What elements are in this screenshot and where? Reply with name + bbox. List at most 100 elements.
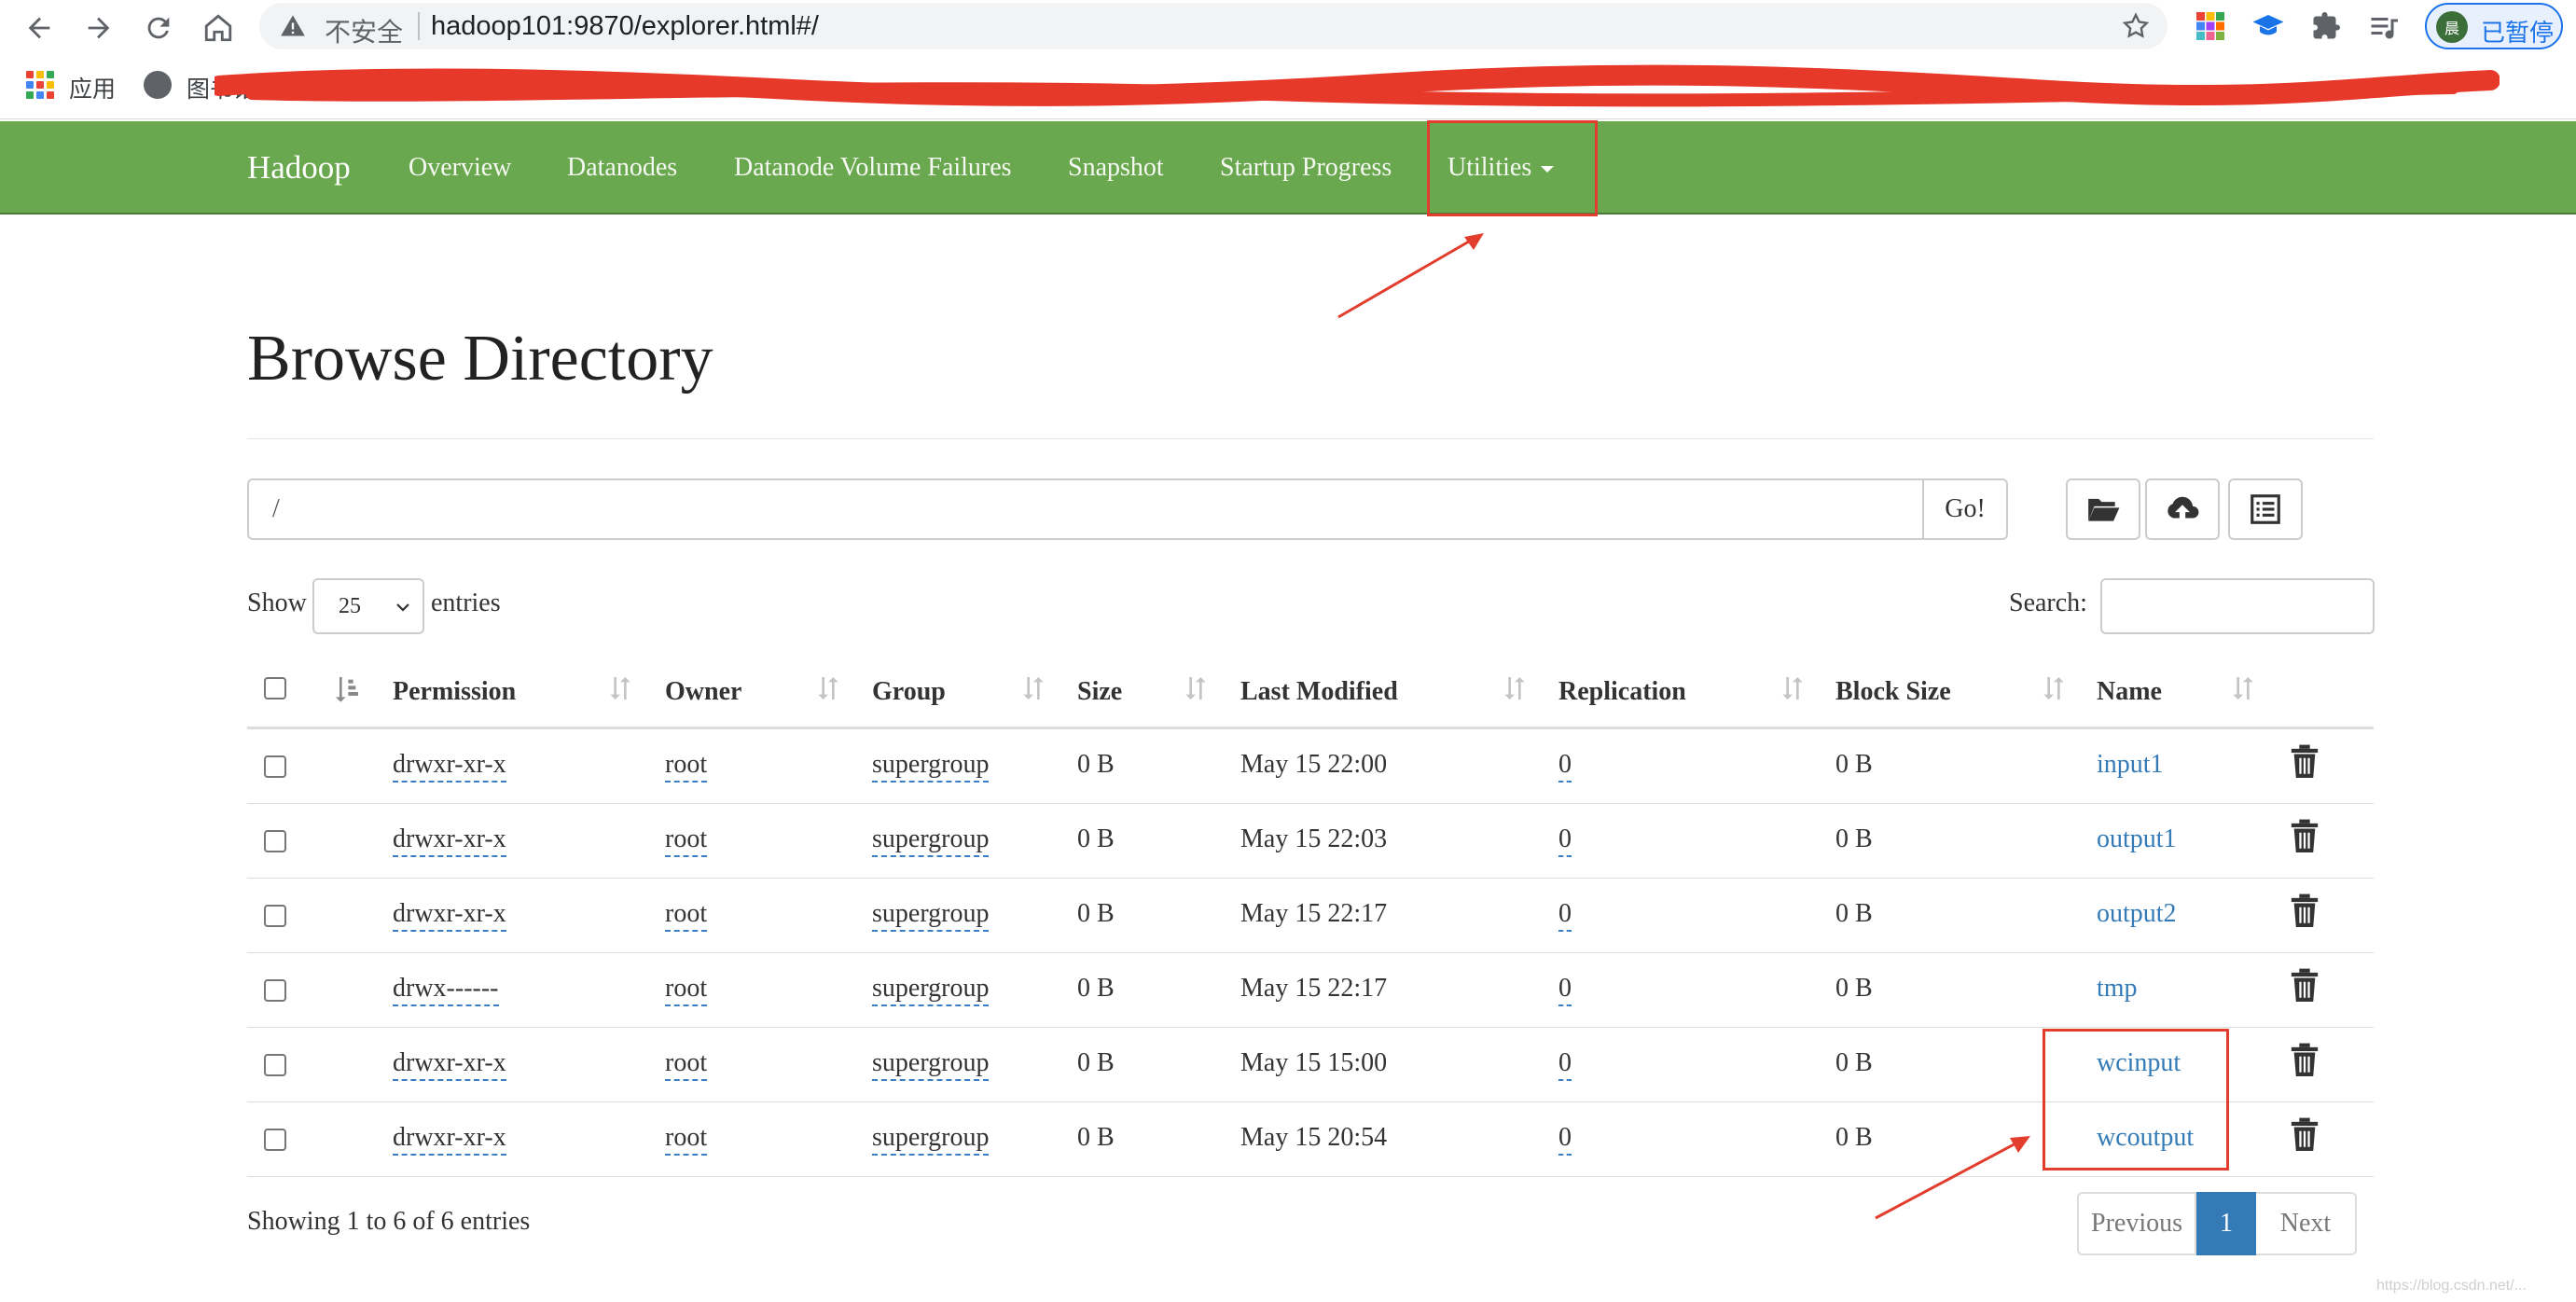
trash-icon[interactable] bbox=[2289, 1117, 2320, 1153]
column-permission[interactable]: Permission bbox=[393, 677, 516, 707]
graduation-cap-extension-icon[interactable] bbox=[2251, 9, 2285, 43]
next-page-button[interactable]: Next bbox=[2256, 1192, 2357, 1255]
replication-cell[interactable]: 0 bbox=[1558, 899, 1572, 932]
directory-path-input[interactable] bbox=[247, 478, 1924, 540]
nav-overview[interactable]: Overview bbox=[409, 153, 511, 183]
permission-cell[interactable]: drwxr-xr-x bbox=[393, 1123, 506, 1156]
sort-icon[interactable] bbox=[2228, 672, 2258, 705]
replication-cell[interactable]: 0 bbox=[1558, 1123, 1572, 1156]
colorful-extension-icon[interactable] bbox=[2194, 9, 2227, 43]
entries-per-page-select[interactable]: 25 bbox=[312, 578, 424, 634]
name-link[interactable]: input1 bbox=[2097, 750, 2164, 780]
watermark: https://blog.csdn.net/... bbox=[2376, 1278, 2527, 1294]
column-replication[interactable]: Replication bbox=[1558, 677, 1686, 707]
row-checkbox[interactable] bbox=[264, 1054, 286, 1076]
owner-cell[interactable]: root bbox=[665, 974, 708, 1006]
url-text[interactable]: hadoop101:9870/explorer.html#/ bbox=[431, 11, 819, 42]
row-checkbox[interactable] bbox=[264, 755, 286, 778]
replication-cell[interactable]: 0 bbox=[1558, 824, 1572, 857]
reading-list-icon[interactable] bbox=[2367, 9, 2401, 43]
address-bar[interactable]: 不安全 hadoop101:9870/explorer.html#/ bbox=[259, 3, 2167, 49]
annotation-arrow-utilities bbox=[1337, 233, 1484, 319]
page-1-button[interactable]: 1 bbox=[2196, 1192, 2256, 1255]
modified-cell: May 15 20:54 bbox=[1240, 1123, 1388, 1152]
group-cell[interactable]: supergroup bbox=[872, 1048, 990, 1081]
nav-startup-progress[interactable]: Startup Progress bbox=[1220, 153, 1392, 183]
table-row: drwxr-xr-x root supergroup 0 B May 15 22… bbox=[247, 879, 2374, 953]
annotation-box-utilities bbox=[1427, 120, 1598, 216]
trash-icon[interactable] bbox=[2289, 893, 2320, 929]
profile-button[interactable]: 晨 已暂停 bbox=[2425, 3, 2563, 49]
nav-datanode-volume-failures[interactable]: Datanode Volume Failures bbox=[734, 153, 1012, 183]
sort-icon[interactable] bbox=[1500, 672, 1530, 705]
permission-cell[interactable]: drwx------ bbox=[393, 974, 499, 1006]
globe-icon bbox=[144, 71, 172, 99]
block-size-cell: 0 B bbox=[1835, 899, 1873, 928]
group-cell[interactable]: supergroup bbox=[872, 1123, 990, 1156]
group-cell[interactable]: supergroup bbox=[872, 750, 990, 783]
sort-ascending-icon[interactable] bbox=[332, 672, 362, 705]
owner-cell[interactable]: root bbox=[665, 750, 708, 783]
select-all-checkbox[interactable] bbox=[264, 677, 286, 699]
annotation-arrow-wc-folders bbox=[1875, 1136, 2030, 1220]
nav-snapshot[interactable]: Snapshot bbox=[1068, 153, 1164, 183]
replication-cell[interactable]: 0 bbox=[1558, 750, 1572, 783]
trash-icon[interactable] bbox=[2289, 819, 2320, 854]
column-size[interactable]: Size bbox=[1077, 677, 1122, 707]
sort-icon[interactable] bbox=[1778, 672, 1807, 705]
row-checkbox[interactable] bbox=[264, 830, 286, 852]
group-cell[interactable]: supergroup bbox=[872, 899, 990, 932]
home-button[interactable] bbox=[198, 7, 239, 48]
create-directory-button[interactable] bbox=[2066, 478, 2140, 540]
owner-cell[interactable]: root bbox=[665, 1123, 708, 1156]
sort-icon[interactable] bbox=[813, 672, 843, 705]
navbar-brand[interactable]: Hadoop bbox=[247, 149, 351, 187]
block-size-cell: 0 B bbox=[1835, 1123, 1873, 1152]
name-link[interactable]: tmp bbox=[2097, 974, 2138, 1004]
bookmark-apps[interactable]: 应用 bbox=[69, 71, 116, 104]
sort-icon[interactable] bbox=[605, 672, 635, 705]
column-name[interactable]: Name bbox=[2097, 677, 2162, 707]
owner-cell[interactable]: root bbox=[665, 899, 708, 932]
replication-cell[interactable]: 0 bbox=[1558, 974, 1572, 1006]
reload-button[interactable] bbox=[138, 7, 179, 48]
nav-datanodes[interactable]: Datanodes bbox=[567, 153, 677, 183]
permission-cell[interactable]: drwxr-xr-x bbox=[393, 1048, 506, 1081]
apps-grid-icon[interactable] bbox=[26, 71, 54, 99]
trash-icon[interactable] bbox=[2289, 1043, 2320, 1078]
back-button[interactable] bbox=[19, 7, 60, 48]
replication-cell[interactable]: 0 bbox=[1558, 1048, 1572, 1081]
group-cell[interactable]: supergroup bbox=[872, 824, 990, 857]
name-link[interactable]: output1 bbox=[2097, 824, 2177, 854]
table-info: Showing 1 to 6 of 6 entries bbox=[247, 1207, 531, 1236]
go-button[interactable]: Go! bbox=[1922, 478, 2008, 540]
puzzle-extensions-icon[interactable] bbox=[2309, 9, 2343, 43]
trash-icon[interactable] bbox=[2289, 968, 2320, 1004]
previous-page-button[interactable]: Previous bbox=[2077, 1192, 2196, 1255]
permission-cell[interactable]: drwxr-xr-x bbox=[393, 899, 506, 932]
column-last-modified[interactable]: Last Modified bbox=[1240, 677, 1398, 707]
permission-cell[interactable]: drwxr-xr-x bbox=[393, 824, 506, 857]
owner-cell[interactable]: root bbox=[665, 1048, 708, 1081]
column-group[interactable]: Group bbox=[872, 677, 946, 707]
name-link[interactable]: output2 bbox=[2097, 899, 2177, 929]
bookmark-star-icon[interactable] bbox=[2121, 11, 2151, 41]
sort-icon[interactable] bbox=[2039, 672, 2069, 705]
trash-icon[interactable] bbox=[2289, 744, 2320, 780]
cut-paste-button[interactable] bbox=[2228, 478, 2303, 540]
hadoop-navbar: Hadoop Overview Datanodes Datanode Volum… bbox=[0, 121, 2576, 215]
row-checkbox[interactable] bbox=[264, 1129, 286, 1151]
search-input[interactable] bbox=[2100, 578, 2375, 634]
group-cell[interactable]: supergroup bbox=[872, 974, 990, 1006]
row-checkbox[interactable] bbox=[264, 905, 286, 927]
owner-cell[interactable]: root bbox=[665, 824, 708, 857]
column-block-size[interactable]: Block Size bbox=[1835, 677, 1951, 707]
column-owner[interactable]: Owner bbox=[665, 677, 741, 707]
sort-icon[interactable] bbox=[1018, 672, 1048, 705]
size-cell: 0 B bbox=[1077, 974, 1115, 1003]
permission-cell[interactable]: drwxr-xr-x bbox=[393, 750, 506, 783]
row-checkbox[interactable] bbox=[264, 979, 286, 1002]
forward-button[interactable] bbox=[78, 7, 119, 48]
sort-icon[interactable] bbox=[1181, 672, 1211, 705]
upload-files-button[interactable] bbox=[2145, 478, 2220, 540]
